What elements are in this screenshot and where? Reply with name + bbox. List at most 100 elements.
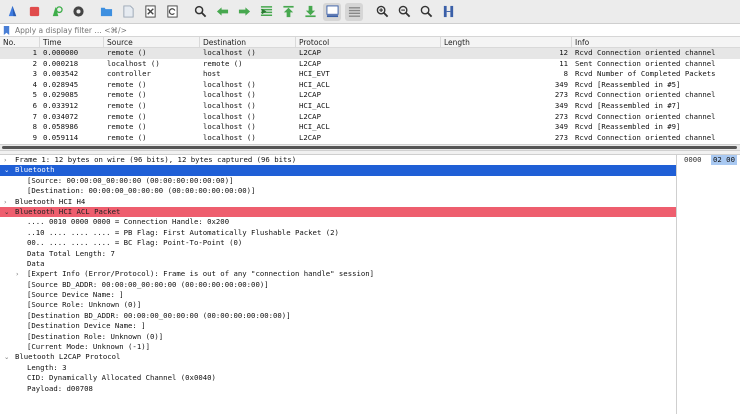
expanded-arrow-icon[interactable]: ⌄ [4, 165, 12, 175]
column-header-protocol[interactable]: Protocol [296, 37, 441, 47]
packet-cell-no: 9 [32, 132, 37, 142]
go-to-packet-button[interactable] [257, 3, 275, 21]
packet-cell-dst: localhost () [203, 111, 256, 121]
packet-cell-src: remote () [107, 100, 147, 110]
go-back-button[interactable] [213, 3, 231, 21]
capture-options-button[interactable] [69, 3, 87, 21]
detail-tree-label: Bluetooth HCI H4 [15, 196, 86, 206]
packet-row[interactable]: 4 0.028945 remote () localhost () HCI_ACL 349… [0, 80, 740, 91]
restart-capture-icon [52, 6, 63, 17]
detail-tree-item[interactable]: [Current Mode: Unknown (-1)] [0, 342, 676, 352]
expanded-arrow-icon[interactable]: ⌄ [4, 352, 12, 362]
zoom-out-button[interactable] [395, 3, 413, 21]
expanded-arrow-icon[interactable]: ⌄ [4, 207, 12, 217]
packet-cell-src: remote () [107, 48, 147, 57]
stop-capture-button[interactable] [25, 3, 43, 21]
zoom-in-button[interactable] [373, 3, 391, 21]
detail-tree-item[interactable]: [Source Device Name: ] [0, 290, 676, 300]
column-header-destination[interactable]: Destination [200, 37, 296, 47]
packet-row[interactable]: 8 0.058986 remote () localhost () HCI_ACL 349… [0, 122, 740, 133]
reload-file-button[interactable] [163, 3, 181, 21]
detail-tree-item[interactable]: CID: Dynamically Allocated Channel (0x00… [0, 373, 676, 383]
packet-cell-src: remote () [107, 132, 147, 142]
collapsed-arrow-icon[interactable]: › [4, 155, 12, 165]
packet-cell-len: 349 [554, 79, 568, 89]
packet-row[interactable]: 3 0.003542 controller host HCI_EVT 8 Rcvd Numb… [0, 69, 740, 80]
packet-bytes-pane: 0000 02 00 [678, 155, 740, 414]
column-header-length[interactable]: Length [441, 37, 572, 47]
detail-tree-item[interactable]: [Source Role: Unknown (0)] [0, 300, 676, 310]
packet-cell-len: 273 [554, 132, 568, 142]
detail-tree-label: [Destination BD_ADDR: 00:00:00_00:00:00 … [27, 310, 291, 320]
column-header-time[interactable]: Time [40, 37, 104, 47]
packet-cell-len: 273 [554, 111, 568, 121]
packet-cell-no: 3 [32, 69, 37, 79]
collapsed-arrow-icon[interactable]: › [4, 197, 12, 207]
detail-tree-item[interactable]: [Source: 00:00:00_00:00:00 (00:00:00:00:… [0, 176, 676, 186]
close-file-button[interactable] [141, 3, 159, 21]
detail-tree-item[interactable]: Data Total Length: 7 [0, 249, 676, 259]
find-packet-icon [194, 5, 206, 18]
detail-tree-item[interactable]: Length: 3 [0, 363, 676, 373]
display-filter-input[interactable] [15, 24, 615, 36]
go-to-packet-icon [260, 6, 272, 16]
packet-row[interactable]: 6 0.033912 remote () localhost () HCI_ACL 349… [0, 101, 740, 112]
packet-row[interactable]: 5 0.029085 remote () localhost () L2CAP 273 Rc… [0, 90, 740, 101]
detail-tree-item[interactable]: ⌄ Bluetooth HCI ACL Packet [0, 206, 676, 218]
packet-cell-dst: localhost () [203, 122, 256, 132]
colorize-button[interactable] [345, 2, 363, 21]
detail-tree-item[interactable]: [Destination: 00:00:00_00:00:00 (00:00:0… [0, 186, 676, 196]
column-header-info[interactable]: Info [572, 37, 740, 47]
open-file-button[interactable] [97, 3, 115, 21]
detail-tree-label: [Destination: 00:00:00_00:00:00 (00:00:0… [27, 186, 256, 196]
go-back-icon [216, 7, 228, 16]
detail-tree-item[interactable]: Payload: d00708 [0, 384, 676, 394]
column-header-no[interactable]: No. [0, 37, 40, 47]
detail-tree-item[interactable]: ⌄ Bluetooth L2CAP Protocol [0, 352, 676, 362]
restart-capture-button[interactable] [47, 3, 65, 21]
detail-tree-item[interactable]: .... 0010 0000 0000 = Connection Handle:… [0, 217, 676, 227]
detail-tree-item[interactable]: 00.. .... .... .... = BC Flag: Point-To-… [0, 238, 676, 248]
bytes-hex-selected[interactable]: 02 00 [711, 155, 737, 166]
go-first-button[interactable] [279, 3, 297, 21]
collapsed-arrow-icon[interactable]: › [16, 269, 24, 279]
packet-cell-info: Rcvd [Reassembled in #7] [575, 100, 681, 110]
packet-row[interactable]: 1 0.000000 remote () localhost () L2CAP 12 Rcv… [0, 48, 740, 59]
start-capture-button[interactable] [3, 3, 21, 21]
packet-cell-proto: L2CAP [299, 111, 321, 121]
detail-tree-label: CID: Dynamically Allocated Channel (0x00… [27, 373, 216, 383]
column-header-source[interactable]: Source [104, 37, 200, 47]
go-last-button[interactable] [301, 3, 319, 21]
detail-tree-item[interactable]: › Bluetooth HCI H4 [0, 197, 676, 207]
detail-tree-item[interactable]: [Destination Device Name: ] [0, 321, 676, 331]
resize-columns-button[interactable] [439, 3, 457, 21]
packet-cell-src: remote () [107, 90, 147, 100]
normal-size-button[interactable] [417, 3, 435, 21]
detail-tree-item[interactable]: ..10 .... .... .... = PB Flag: First Aut… [0, 228, 676, 238]
find-packet-button[interactable] [191, 3, 209, 21]
detail-tree-item[interactable]: [Destination BD_ADDR: 00:00:00_00:00:00 … [0, 311, 676, 321]
packet-row[interactable]: 9 0.059114 remote () localhost () L2CAP 273 Rc… [0, 133, 740, 144]
detail-tree-label: 00.. .... .... .... = BC Flag: Point-To-… [27, 238, 243, 248]
packet-cell-info: Rcvd Connection oriented channel [575, 111, 716, 121]
scrollbar-thumb[interactable] [2, 146, 737, 149]
auto-scroll-button[interactable] [323, 2, 341, 21]
detail-tree-item[interactable]: [Destination Role: Unknown (0)] [0, 332, 676, 342]
packet-cell-src: localhost () [107, 58, 160, 68]
detail-tree-item[interactable]: Data [0, 259, 676, 269]
detail-tree-label: [Expert Info (Error/Protocol): Frame is … [27, 269, 375, 279]
go-first-icon [282, 5, 294, 18]
start-capture-icon [8, 5, 16, 17]
detail-tree-item[interactable]: › [Expert Info (Error/Protocol): Frame is… [0, 269, 676, 279]
packet-cell-len: 349 [554, 100, 568, 110]
packet-row[interactable]: 7 0.034072 remote () localhost () L2CAP 273 Rc… [0, 112, 740, 123]
save-file-button[interactable] [119, 3, 137, 21]
bookmark-icon[interactable] [2, 25, 11, 35]
detail-tree-item[interactable]: ⌄ Bluetooth [0, 165, 676, 176]
packet-row[interactable]: 2 0.000218 localhost () remote () L2CAP 11 Sen… [0, 59, 740, 70]
go-forward-button[interactable] [235, 3, 253, 21]
packet-list-scrollbar[interactable] [0, 144, 740, 151]
go-forward-icon [238, 7, 250, 16]
detail-tree-item[interactable]: › Frame 1: 12 bytes on wire (96 bits), 12… [0, 155, 676, 165]
detail-tree-item[interactable]: [Source BD_ADDR: 00:00:00_00:00:00 (00:0… [0, 280, 676, 290]
